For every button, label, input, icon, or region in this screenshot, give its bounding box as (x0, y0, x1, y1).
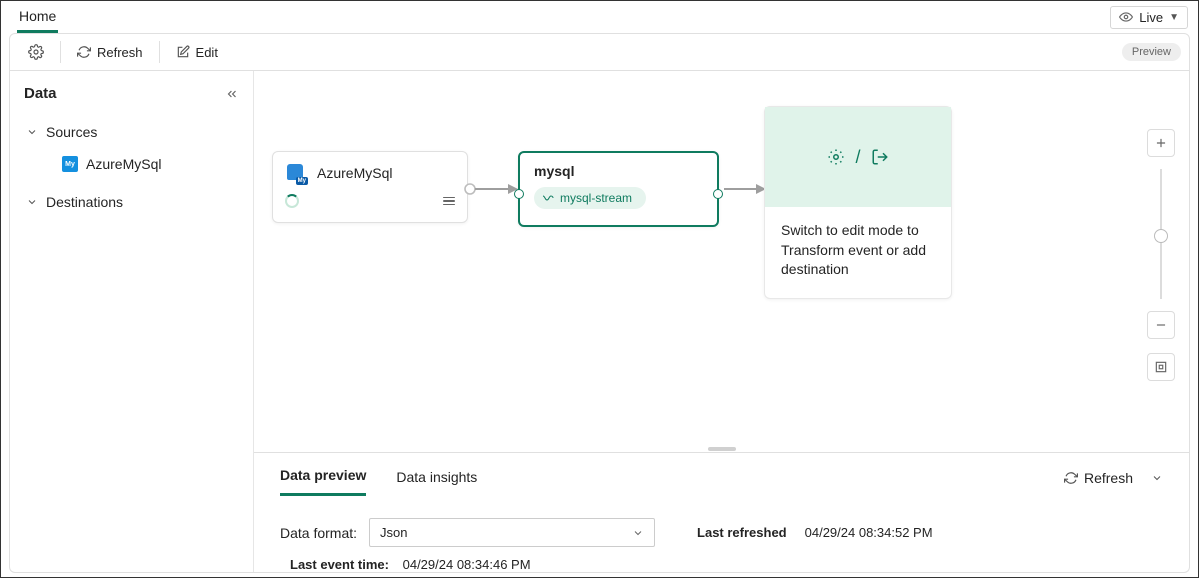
toolbar: Refresh Edit Preview (9, 33, 1190, 71)
sources-label: Sources (46, 124, 97, 140)
refresh-button[interactable]: Refresh (67, 39, 153, 66)
preview-panel: Data preview Data insights Refresh Data … (254, 452, 1189, 572)
refresh-icon (77, 45, 91, 59)
plus-icon (1154, 136, 1168, 150)
azure-mysql-icon: My (62, 156, 78, 172)
tree-item-label: AzureMySql (86, 156, 161, 172)
last-event-value: 04/29/24 08:34:46 PM (403, 557, 531, 572)
preview-refresh-label: Refresh (1084, 470, 1133, 486)
port-out[interactable] (713, 189, 723, 199)
chevron-down-icon (632, 527, 644, 539)
collapse-icon[interactable] (225, 87, 239, 101)
live-mode-dropdown[interactable]: Live ▼ (1110, 6, 1188, 29)
refresh-label: Refresh (97, 45, 143, 60)
chevron-down-icon (26, 126, 38, 138)
gear-icon (28, 44, 44, 60)
data-format-value: Json (380, 525, 407, 540)
caret-down-icon: ▼ (1169, 12, 1179, 23)
zoom-out-button[interactable] (1147, 311, 1175, 339)
refresh-icon (1064, 471, 1078, 485)
zoom-in-button[interactable] (1147, 129, 1175, 157)
tree-section-destinations[interactable]: Destinations (20, 186, 245, 218)
tab-home[interactable]: Home (17, 2, 58, 33)
node-title: mysql (534, 163, 703, 179)
last-refreshed-label: Last refreshed (697, 525, 787, 540)
data-sidebar: Data Sources My AzureMySql Destinations (10, 71, 254, 572)
tab-data-preview[interactable]: Data preview (280, 467, 366, 496)
zoom-slider[interactable] (1160, 169, 1162, 299)
data-format-select[interactable]: Json (369, 518, 655, 547)
top-tab-bar: Home Live ▼ (1, 1, 1198, 33)
port-in[interactable] (514, 189, 524, 199)
edit-label: Edit (196, 45, 218, 60)
separator (159, 41, 160, 63)
export-icon (871, 148, 889, 166)
last-event-label: Last event time: (290, 557, 389, 572)
live-label: Live (1139, 10, 1163, 25)
chevron-down-icon[interactable] (1151, 472, 1163, 484)
tab-data-insights[interactable]: Data insights (396, 469, 477, 495)
flow-canvas[interactable]: My AzureMySql (254, 71, 1189, 446)
edit-icon (176, 45, 190, 59)
connector (722, 181, 768, 197)
menu-icon[interactable] (443, 197, 455, 206)
dest-separator: / (855, 147, 860, 168)
sidebar-title: Data (24, 85, 57, 102)
last-refreshed-value: 04/29/24 08:34:52 PM (805, 525, 933, 540)
preview-badge: Preview (1122, 43, 1181, 61)
dest-hint-text: Switch to edit mode to Transform event o… (765, 207, 951, 298)
node-destination-placeholder[interactable]: / Switch to edit mode to Transform event… (764, 106, 952, 299)
stream-pill-label: mysql-stream (560, 191, 632, 205)
chevron-down-icon (26, 196, 38, 208)
separator (60, 41, 61, 63)
stream-icon (542, 192, 554, 204)
fit-screen-button[interactable] (1147, 353, 1175, 381)
loading-spinner-icon (285, 194, 299, 208)
fit-icon (1154, 360, 1168, 374)
tree-section-sources[interactable]: Sources (20, 116, 245, 148)
preview-refresh-button[interactable]: Refresh (1064, 470, 1163, 494)
data-format-label: Data format: (280, 525, 357, 541)
zoom-handle[interactable] (1154, 229, 1168, 243)
node-stream-mysql[interactable]: mysql mysql-stream (518, 151, 719, 227)
eye-icon (1119, 10, 1133, 24)
node-source-azuremysql[interactable]: My AzureMySql (272, 151, 468, 223)
transform-icon (827, 148, 845, 166)
tree-item-azuremysql[interactable]: My AzureMySql (20, 148, 245, 180)
minus-icon (1154, 318, 1168, 332)
destinations-label: Destinations (46, 194, 123, 210)
edit-button[interactable]: Edit (166, 39, 228, 66)
stream-pill[interactable]: mysql-stream (534, 187, 646, 209)
node-title: AzureMySql (317, 165, 392, 181)
connector (464, 181, 520, 197)
zoom-rail (1147, 129, 1175, 381)
database-icon: My (285, 162, 307, 184)
settings-button[interactable] (18, 38, 54, 66)
